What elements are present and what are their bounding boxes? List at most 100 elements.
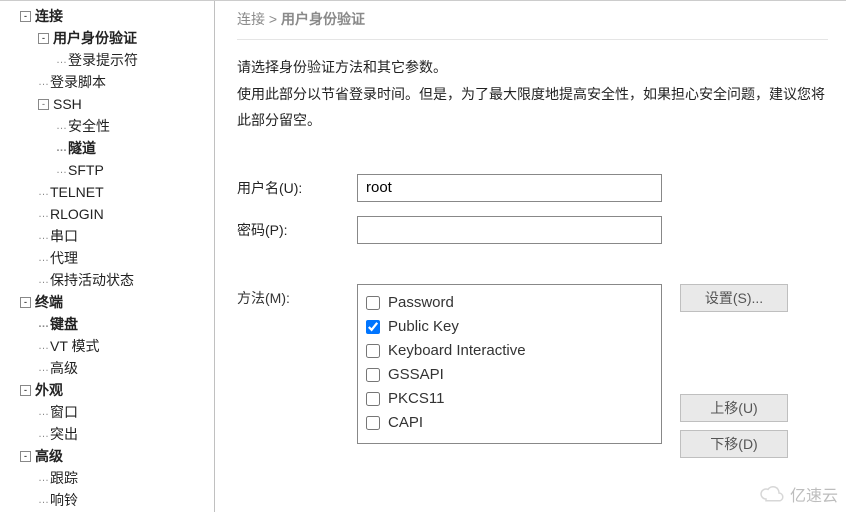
main-panel: 连接 > 用户身份验证 请选择身份验证方法和其它参数。 使用此部分以节省登录时间… <box>215 1 846 512</box>
tree-item[interactable]: …键盘 <box>4 313 214 335</box>
collapse-icon[interactable]: - <box>38 99 49 110</box>
method-option[interactable]: CAPI <box>366 411 653 435</box>
username-row: 用户名(U): <box>237 174 828 202</box>
breadcrumb-current: 用户身份验证 <box>281 11 365 27</box>
watermark: 亿速云 <box>758 482 838 506</box>
collapse-icon[interactable]: - <box>20 297 31 308</box>
method-option-label: Keyboard Interactive <box>388 342 526 359</box>
description-line2: 使用此部分以节省登录时间。但是，为了最大限度地提高安全性，如果担心安全问题，建议… <box>237 81 828 134</box>
tree-item[interactable]: -SSH <box>4 93 214 115</box>
tree-item[interactable]: -终端 <box>4 291 214 313</box>
tree-leaf-icon: … <box>38 230 48 242</box>
username-input[interactable] <box>357 174 662 202</box>
tree-item[interactable]: -高级 <box>4 445 214 467</box>
tree-item[interactable]: …代理 <box>4 247 214 269</box>
tree-item[interactable]: -连接 <box>4 5 214 27</box>
method-checkbox[interactable] <box>366 296 380 310</box>
tree-item[interactable]: …安全性 <box>4 115 214 137</box>
tree-item[interactable]: -外观 <box>4 379 214 401</box>
method-option[interactable]: PKCS11 <box>366 387 653 411</box>
tree-item[interactable]: …串口 <box>4 225 214 247</box>
move-up-button[interactable]: 上移(U) <box>680 394 788 422</box>
tree-item-label: 安全性 <box>68 116 110 136</box>
method-label: 方法(M): <box>237 284 357 308</box>
tree-item-label: 串口 <box>50 226 78 246</box>
tree-leaf-icon: … <box>38 340 48 352</box>
tree-item[interactable]: …RLOGIN <box>4 203 214 225</box>
tree-item-label: 隧道 <box>68 138 96 158</box>
settings-window: -连接-用户身份验证…登录提示符…登录脚本-SSH…安全性…隧道…SFTP…TE… <box>0 0 846 512</box>
password-row: 密码(P): <box>237 216 828 244</box>
description-line1: 请选择身份验证方法和其它参数。 <box>237 54 828 81</box>
tree-item-label: 终端 <box>35 292 63 312</box>
tree-item-label: 外观 <box>35 380 63 400</box>
tree-item[interactable]: -用户身份验证 <box>4 27 214 49</box>
method-option[interactable]: GSSAPI <box>366 363 653 387</box>
tree-item-label: 键盘 <box>50 314 78 334</box>
breadcrumb-root: 连接 <box>237 11 265 27</box>
method-option[interactable]: Password <box>366 291 653 315</box>
password-label: 密码(P): <box>237 220 357 240</box>
tree-item[interactable]: …高级 <box>4 357 214 379</box>
method-checkbox[interactable] <box>366 416 380 430</box>
collapse-icon[interactable]: - <box>20 451 31 462</box>
collapse-icon[interactable]: - <box>20 385 31 396</box>
tree-item[interactable]: …跟踪 <box>4 467 214 489</box>
tree-item[interactable]: …SFTP <box>4 159 214 181</box>
breadcrumb: 连接 > 用户身份验证 <box>237 7 828 40</box>
tree-item[interactable]: …保持活动状态 <box>4 269 214 291</box>
method-option-label: GSSAPI <box>388 366 444 383</box>
tree-leaf-icon: … <box>38 274 48 286</box>
category-tree: -连接-用户身份验证…登录提示符…登录脚本-SSH…安全性…隧道…SFTP…TE… <box>4 5 214 511</box>
method-option-label: CAPI <box>388 414 423 431</box>
tree-leaf-icon: … <box>38 252 48 264</box>
tree-item-label: VT 模式 <box>50 336 100 356</box>
method-option[interactable]: Public Key <box>366 315 653 339</box>
tree-item-label: 跟踪 <box>50 468 78 488</box>
collapse-icon[interactable]: - <box>20 11 31 22</box>
method-checkbox[interactable] <box>366 344 380 358</box>
method-listbox[interactable]: Password Public Key Keyboard Interactive GS… <box>357 284 662 444</box>
tree-item-label: SSH <box>53 96 82 112</box>
method-checkbox[interactable] <box>366 320 380 334</box>
settings-button[interactable]: 设置(S)... <box>680 284 788 312</box>
tree-item-label: SFTP <box>68 162 104 178</box>
tree-leaf-icon: … <box>56 142 66 154</box>
method-checkbox[interactable] <box>366 368 380 382</box>
username-label: 用户名(U): <box>237 178 357 198</box>
cloud-icon <box>758 485 786 503</box>
breadcrumb-sep: > <box>269 11 277 27</box>
tree-leaf-icon: … <box>38 428 48 440</box>
tree-leaf-icon: … <box>38 186 48 198</box>
method-side-buttons: 设置(S)... 上移(U) 下移(D) <box>680 284 788 458</box>
tree-item[interactable]: …突出 <box>4 423 214 445</box>
tree-item[interactable]: …登录提示符 <box>4 49 214 71</box>
tree-item[interactable]: …TELNET <box>4 181 214 203</box>
method-option-label: PKCS11 <box>388 390 444 407</box>
tree-item-label: 登录脚本 <box>50 72 106 92</box>
tree-item-label: RLOGIN <box>50 206 104 222</box>
tree-leaf-icon: … <box>56 164 66 176</box>
method-option[interactable]: Keyboard Interactive <box>366 339 653 363</box>
category-sidebar: -连接-用户身份验证…登录提示符…登录脚本-SSH…安全性…隧道…SFTP…TE… <box>0 1 215 512</box>
tree-leaf-icon: … <box>38 318 48 330</box>
method-option-label: Password <box>388 294 454 311</box>
password-input[interactable] <box>357 216 662 244</box>
method-checkbox[interactable] <box>366 392 380 406</box>
tree-item[interactable]: …响铃 <box>4 489 214 511</box>
move-down-button[interactable]: 下移(D) <box>680 430 788 458</box>
tree-leaf-icon: … <box>38 472 48 484</box>
tree-item-label: 保持活动状态 <box>50 270 134 290</box>
tree-item[interactable]: …登录脚本 <box>4 71 214 93</box>
tree-item-label: 用户身份验证 <box>53 28 137 48</box>
tree-item[interactable]: …窗口 <box>4 401 214 423</box>
collapse-icon[interactable]: - <box>38 33 49 44</box>
tree-item-label: TELNET <box>50 184 104 200</box>
tree-item[interactable]: …VT 模式 <box>4 335 214 357</box>
tree-item-label: 高级 <box>35 446 63 466</box>
tree-leaf-icon: … <box>38 362 48 374</box>
tree-item-label: 响铃 <box>50 490 78 510</box>
tree-item[interactable]: …隧道 <box>4 137 214 159</box>
tree-leaf-icon: … <box>38 494 48 506</box>
tree-leaf-icon: … <box>38 208 48 220</box>
